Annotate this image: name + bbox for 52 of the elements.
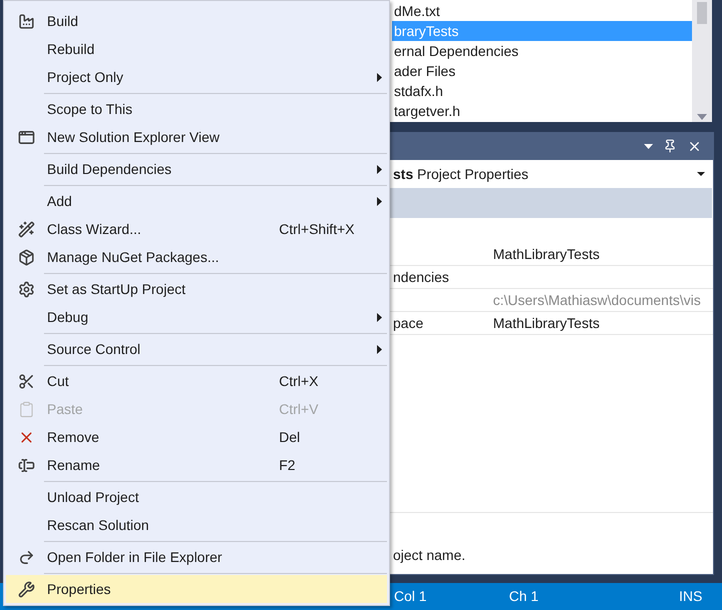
status-text: INS (679, 587, 702, 606)
submenu-arrow-icon (376, 312, 382, 322)
menu-item[interactable]: Rename F2 (6, 451, 387, 479)
menu-item[interactable]: Manage NuGet Packages... (6, 243, 387, 271)
menu-item[interactable]: Project Only (6, 63, 387, 91)
redo-arrow-icon (18, 548, 35, 566)
property-value[interactable]: MathLibraryTests (493, 246, 600, 262)
window-icon (18, 128, 35, 146)
submenu-arrow-icon (376, 164, 382, 174)
scroll-down-icon[interactable] (697, 114, 707, 120)
menu-item[interactable]: Unload Project (6, 483, 387, 511)
menu-item[interactable]: Debug (6, 303, 387, 331)
tree-item[interactable]: ernal Dependencies (392, 41, 692, 61)
pin-icon[interactable] (663, 139, 677, 153)
caret-icon (697, 172, 705, 176)
menu-item[interactable]: Rescan Solution (6, 511, 387, 539)
submenu-arrow-icon (376, 344, 382, 354)
clipboard-icon (18, 400, 35, 418)
menu-item[interactable]: Cut Ctrl+X (6, 367, 387, 395)
menu-item[interactable]: Add (6, 187, 387, 215)
tree-item[interactable]: stdafx.h (392, 81, 692, 101)
wand-icon (18, 220, 35, 238)
submenu-arrow-icon (376, 196, 382, 206)
property-name: pace (393, 315, 424, 331)
menu-item[interactable]: Scope to This (6, 95, 387, 123)
property-name: ndencies (393, 269, 450, 285)
factory-icon (18, 12, 35, 30)
scissors-icon (18, 372, 35, 390)
property-description: oject name. (393, 546, 466, 565)
submenu-arrow-icon (376, 72, 382, 82)
menu-item[interactable]: Class Wizard... Ctrl+Shift+X (6, 215, 387, 243)
wrench-icon (18, 580, 35, 598)
settings-icon (18, 280, 35, 298)
tree-item[interactable]: ader Files (392, 61, 692, 81)
menu-item[interactable]: Rebuild (6, 35, 387, 63)
menu-item[interactable]: Build (6, 7, 387, 35)
tree-item[interactable]: targetver.h (392, 101, 692, 121)
tree-item[interactable]: dMe.txt (392, 1, 692, 21)
menu-item[interactable]: Open Folder in File Explorer (6, 543, 387, 571)
menu-item[interactable]: Source Control (6, 335, 387, 363)
menu-item[interactable]: Remove Del (6, 423, 387, 451)
status-text: Col 1 (394, 587, 428, 606)
property-value[interactable]: MathLibraryTests (493, 315, 600, 331)
scrollbar-thumb[interactable] (697, 2, 707, 24)
dropdown-icon[interactable] (644, 144, 653, 148)
scrollbar[interactable] (692, 0, 712, 122)
menu-item[interactable]: Set as StartUp Project (6, 275, 387, 303)
menu-item[interactable]: New Solution Explorer View (6, 123, 387, 151)
status-text: Ch 1 (509, 587, 540, 606)
menu-item[interactable]: Properties (6, 575, 387, 603)
rename-icon (18, 456, 35, 474)
package-icon (18, 248, 35, 266)
